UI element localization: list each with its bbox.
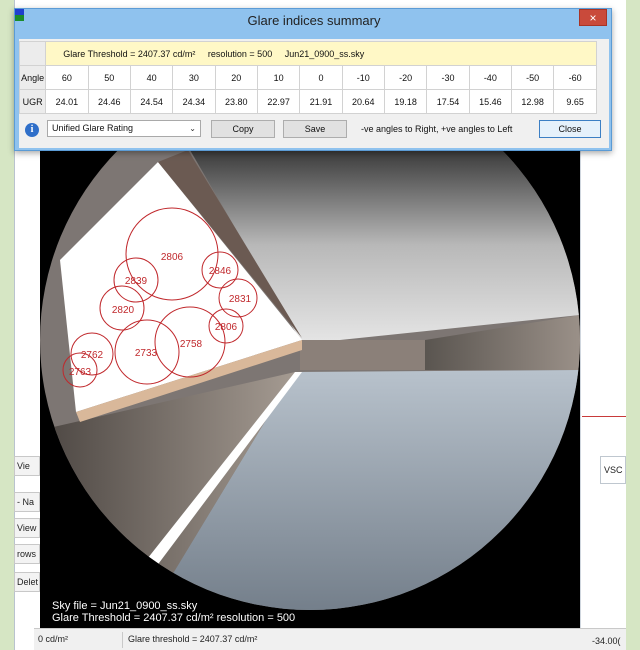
dialog-controls: i Unified Glare Rating ⌄ Copy Save -ve a…	[19, 119, 609, 145]
info-bar: Glare Threshold = 2407.37 cd/m² resoluti…	[45, 41, 597, 66]
glare-index-select-value: Unified Glare Rating	[52, 123, 134, 133]
row-header-angle: Angle	[18, 65, 47, 90]
ugr-cell: 19.18	[383, 89, 428, 114]
angle-cell: 10	[256, 65, 301, 90]
glare-label-2762: 2762	[81, 350, 104, 361]
background-red-line	[582, 416, 626, 417]
angle-cell: -60	[553, 65, 597, 90]
ugr-cell: 20.64	[341, 89, 385, 114]
chevron-down-icon: ⌄	[189, 124, 196, 133]
ugr-cell: 22.97	[256, 89, 301, 114]
save-button[interactable]: Save	[283, 120, 347, 138]
dialog-body: Glare Threshold = 2407.37 cd/m² resoluti…	[18, 39, 609, 148]
angle-cell: -30	[426, 65, 470, 90]
ugr-cell: 17.54	[426, 89, 470, 114]
glare-table: Glare Threshold = 2407.37 cd/m² resoluti…	[18, 41, 597, 114]
glare-summary-dialog: Glare indices summary × Glare Threshold …	[14, 8, 612, 151]
ugr-cell: 24.54	[129, 89, 174, 114]
ugr-cell: 24.46	[87, 89, 131, 114]
angle-cell: -10	[341, 65, 385, 90]
background-side-item-delete[interactable]: Delet	[14, 572, 40, 592]
status-separator	[122, 632, 123, 648]
fisheye-render-view[interactable]: 2806 2846 2839 2831 2820 2806 2758 2733 …	[40, 150, 580, 628]
angle-cell: 0	[299, 65, 343, 90]
glare-label-2763: 2763	[69, 367, 92, 378]
glare-label-2806-b: 2806	[215, 322, 238, 333]
row-header-ugr: UGR	[18, 89, 47, 114]
ugr-cell: 9.65	[553, 89, 597, 114]
angle-cell: 40	[129, 65, 174, 90]
render-caption-threshold: Glare Threshold = 2407.37 cd/m² resoluti…	[52, 612, 296, 624]
ugr-cell: 24.34	[172, 89, 216, 114]
glare-label-2839: 2839	[125, 276, 148, 287]
status-right-value: -34.00(	[592, 636, 626, 650]
close-button[interactable]: Close	[539, 120, 601, 138]
info-resolution: resolution = 500	[207, 48, 273, 59]
copy-button[interactable]: Copy	[211, 120, 275, 138]
ugr-cell: 15.46	[468, 89, 513, 114]
glare-label-2846: 2846	[209, 266, 232, 277]
glare-label-2758: 2758	[180, 339, 203, 350]
info-sky-file: Jun21_0900_ss.sky	[284, 48, 365, 59]
close-icon[interactable]: ×	[579, 9, 607, 26]
ugr-cell: 12.98	[510, 89, 555, 114]
ugr-cell: 24.01	[45, 89, 89, 114]
background-side-item-view2[interactable]: View	[14, 518, 40, 538]
background-vsc-cell[interactable]: VSC	[600, 456, 626, 484]
angle-direction-hint: -ve angles to Right, +ve angles to Left	[361, 124, 513, 134]
angle-cell: 20	[214, 65, 258, 90]
info-threshold: Glare Threshold = 2407.37 cd/m²	[63, 48, 196, 59]
render-caption-sky: Sky file = Jun21_0900_ss.sky	[52, 600, 198, 612]
angle-cell: 60	[45, 65, 89, 90]
ugr-cell: 21.91	[299, 89, 343, 114]
background-side-item-view[interactable]: Vie	[14, 456, 40, 476]
fisheye-image: 2806 2846 2839 2831 2820 2806 2758 2733 …	[40, 150, 580, 628]
status-bar: 0 cd/m² Glare threshold = 2407.37 cd/m²	[34, 628, 626, 650]
ugr-cell: 23.80	[214, 89, 258, 114]
table-corner-cell	[18, 41, 47, 66]
background-side-item-rows[interactable]: rows	[14, 544, 40, 564]
background-side-item-name[interactable]: - Na	[14, 492, 40, 512]
angle-cell: -40	[468, 65, 513, 90]
glare-label-2820: 2820	[112, 305, 135, 316]
glare-label-2831: 2831	[229, 294, 252, 305]
glare-index-select[interactable]: Unified Glare Rating ⌄	[47, 120, 201, 137]
info-icon[interactable]: i	[25, 123, 39, 137]
angle-cell: -50	[510, 65, 555, 90]
glare-label-2733: 2733	[135, 348, 158, 359]
dialog-title: Glare indices summary	[247, 13, 381, 28]
glare-label-2806-a: 2806	[161, 252, 184, 263]
angle-cell: -20	[383, 65, 428, 90]
angle-cell: 30	[172, 65, 216, 90]
status-glare-threshold: Glare threshold = 2407.37 cd/m²	[128, 634, 258, 644]
background-right-panel	[580, 150, 626, 630]
status-luminance: 0 cd/m²	[38, 634, 69, 644]
angle-cell: 50	[87, 65, 131, 90]
